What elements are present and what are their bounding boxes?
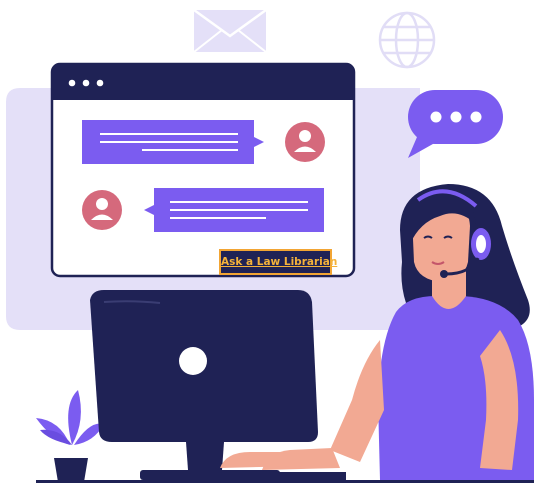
- speech-bubble-icon: [408, 90, 503, 158]
- plant-icon: [36, 390, 104, 482]
- help-desk-illustration: [6, 8, 534, 483]
- envelope-icon: [193, 8, 267, 53]
- message-bubble-outgoing: [82, 120, 264, 164]
- message-bubble-incoming: [144, 188, 324, 232]
- chat-window: [50, 62, 356, 278]
- globe-icon: [378, 11, 436, 69]
- ask-a-law-librarian-link[interactable]: Ask a Law Librarian: [219, 249, 337, 275]
- user-avatar-icon: [285, 122, 325, 162]
- desk-surface: [36, 480, 534, 483]
- illustration: Ask a Law Librarian: [0, 0, 544, 487]
- user-avatar-icon: [82, 190, 122, 230]
